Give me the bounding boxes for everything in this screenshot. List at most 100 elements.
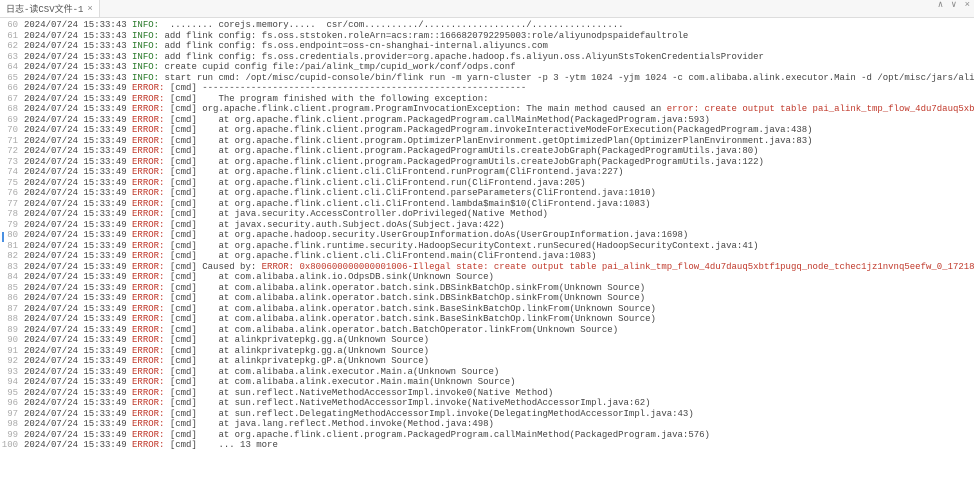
line-number: 70: [0, 125, 24, 136]
log-line: 872024/07/24 15:33:49 ERROR: [cmd] at co…: [0, 304, 974, 315]
line-number: 92: [0, 356, 24, 367]
line-number: 97: [0, 409, 24, 420]
line-number: 77: [0, 199, 24, 210]
log-content: 2024/07/24 15:33:49 ERROR: [cmd] at org.…: [24, 230, 974, 241]
log-content: 2024/07/24 15:33:49 ERROR: [cmd] at com.…: [24, 272, 974, 283]
log-text: [cmd] at org.apache.flink.runtime.securi…: [164, 241, 758, 251]
line-number: 71: [0, 136, 24, 147]
error-text: ERROR: 0x800600000000001006-Illegal stat…: [262, 262, 974, 272]
log-content: 2024/07/24 15:33:43 INFO: create cupid c…: [24, 62, 974, 73]
log-content: 2024/07/24 15:33:49 ERROR: [cmd] at org.…: [24, 136, 974, 147]
line-number: 85: [0, 283, 24, 294]
log-line: 712024/07/24 15:33:49 ERROR: [cmd] at or…: [0, 136, 974, 147]
log-line: 742024/07/24 15:33:49 ERROR: [cmd] at or…: [0, 167, 974, 178]
log-level: ERROR:: [132, 136, 164, 146]
log-level: ERROR:: [132, 241, 164, 251]
log-content: 2024/07/24 15:33:49 ERROR: [cmd] at java…: [24, 220, 974, 231]
line-number: 72: [0, 146, 24, 157]
log-line: 672024/07/24 15:33:49 ERROR: [cmd] The p…: [0, 94, 974, 105]
line-number: 81: [0, 241, 24, 252]
line-number: 94: [0, 377, 24, 388]
log-area[interactable]: 602024/07/24 15:33:43 INFO: ........ cor…: [0, 18, 974, 453]
log-line: 622024/07/24 15:33:43 INFO: add flink co…: [0, 41, 974, 52]
line-number: 75: [0, 178, 24, 189]
timestamp: 2024/07/24 15:33:49: [24, 94, 132, 104]
collapse-icon[interactable]: ∧: [938, 0, 943, 10]
log-text: [cmd] at org.apache.flink.client.program…: [164, 125, 812, 135]
timestamp: 2024/07/24 15:33:49: [24, 325, 132, 335]
timestamp: 2024/07/24 15:33:49: [24, 440, 132, 450]
log-line: 812024/07/24 15:33:49 ERROR: [cmd] at or…: [0, 241, 974, 252]
log-line: 782024/07/24 15:33:49 ERROR: [cmd] at ja…: [0, 209, 974, 220]
log-content: 2024/07/24 15:33:49 ERROR: [cmd] at sun.…: [24, 388, 974, 399]
log-text: ........ corejs.memory..... csr/com.....…: [159, 20, 623, 30]
log-line: 882024/07/24 15:33:49 ERROR: [cmd] at co…: [0, 314, 974, 325]
line-number: 100: [0, 440, 24, 451]
line-number: 83: [0, 262, 24, 273]
log-content: 2024/07/24 15:33:43 INFO: add flink conf…: [24, 52, 974, 63]
line-number: 66: [0, 83, 24, 94]
timestamp: 2024/07/24 15:33:43: [24, 73, 132, 83]
log-text: [cmd] at org.apache.flink.client.cli.Cli…: [164, 199, 650, 209]
log-level: ERROR:: [132, 293, 164, 303]
log-line: 892024/07/24 15:33:49 ERROR: [cmd] at co…: [0, 325, 974, 336]
log-content: 2024/07/24 15:33:49 ERROR: [cmd] at com.…: [24, 283, 974, 294]
log-content: 2024/07/24 15:33:49 ERROR: [cmd] at org.…: [24, 157, 974, 168]
log-line: 912024/07/24 15:33:49 ERROR: [cmd] at al…: [0, 346, 974, 357]
line-number: 79: [0, 220, 24, 231]
line-number: 68: [0, 104, 24, 115]
line-number: 73: [0, 157, 24, 168]
log-line: 862024/07/24 15:33:49 ERROR: [cmd] at co…: [0, 293, 974, 304]
log-line: 642024/07/24 15:33:43 INFO: create cupid…: [0, 62, 974, 73]
timestamp: 2024/07/24 15:33:43: [24, 52, 132, 62]
tab-bar: 日志-读CSV文件-1 × ∧ ∨ ×: [0, 0, 974, 18]
log-text: [cmd] at com.alibaba.alink.executor.Main…: [164, 367, 499, 377]
log-text: [cmd] at org.apache.flink.client.program…: [164, 115, 710, 125]
timestamp: 2024/07/24 15:33:49: [24, 272, 132, 282]
tab-close-icon[interactable]: ×: [87, 4, 92, 14]
log-line: 982024/07/24 15:33:49 ERROR: [cmd] at ja…: [0, 419, 974, 430]
timestamp: 2024/07/24 15:33:49: [24, 346, 132, 356]
timestamp: 2024/07/24 15:33:43: [24, 31, 132, 41]
log-text: [cmd] at com.alibaba.alink.io.OdpsDB.sin…: [164, 272, 493, 282]
log-content: 2024/07/24 15:33:49 ERROR: [cmd] at com.…: [24, 304, 974, 315]
log-line: 932024/07/24 15:33:49 ERROR: [cmd] at co…: [0, 367, 974, 378]
log-content: 2024/07/24 15:33:49 ERROR: [cmd] at org.…: [24, 115, 974, 126]
log-line: 602024/07/24 15:33:43 INFO: ........ cor…: [0, 20, 974, 31]
error-text: error: create output table pai_alink_tmp…: [667, 104, 974, 114]
expand-icon[interactable]: ∨: [951, 0, 956, 10]
log-level: INFO:: [132, 41, 159, 51]
timestamp: 2024/07/24 15:33:49: [24, 220, 132, 230]
timestamp: 2024/07/24 15:33:49: [24, 104, 132, 114]
timestamp: 2024/07/24 15:33:49: [24, 251, 132, 261]
line-number: 64: [0, 62, 24, 73]
log-level: ERROR:: [132, 440, 164, 450]
log-text: add flink config: fs.oss.credentials.pro…: [159, 52, 764, 62]
log-level: ERROR:: [132, 251, 164, 261]
timestamp: 2024/07/24 15:33:49: [24, 304, 132, 314]
log-level: ERROR:: [132, 430, 164, 440]
log-line: 832024/07/24 15:33:49 ERROR: [cmd] Cause…: [0, 262, 974, 273]
timestamp: 2024/07/24 15:33:49: [24, 188, 132, 198]
log-text: [cmd] at com.alibaba.alink.operator.batc…: [164, 283, 645, 293]
log-text: add flink config: fs.oss.ststoken.roleAr…: [159, 31, 688, 41]
log-content: 2024/07/24 15:33:43 INFO: add flink conf…: [24, 41, 974, 52]
log-line: 792024/07/24 15:33:49 ERROR: [cmd] at ja…: [0, 220, 974, 231]
log-text: [cmd] at alinkprivatepkg.gP.a(Unknown So…: [164, 356, 429, 366]
log-line: 962024/07/24 15:33:49 ERROR: [cmd] at su…: [0, 398, 974, 409]
timestamp: 2024/07/24 15:33:49: [24, 367, 132, 377]
log-content: 2024/07/24 15:33:49 ERROR: [cmd] at org.…: [24, 167, 974, 178]
log-content: 2024/07/24 15:33:49 ERROR: [cmd] at sun.…: [24, 409, 974, 420]
log-text: start run cmd: /opt/misc/cupid-console/b…: [159, 73, 974, 83]
close-icon[interactable]: ×: [965, 0, 970, 10]
log-content: 2024/07/24 15:33:49 ERROR: [cmd] at org.…: [24, 188, 974, 199]
log-line: 662024/07/24 15:33:49 ERROR: [cmd] -----…: [0, 83, 974, 94]
log-line: 652024/07/24 15:33:43 INFO: start run cm…: [0, 73, 974, 84]
log-line: 772024/07/24 15:33:49 ERROR: [cmd] at or…: [0, 199, 974, 210]
log-level: INFO:: [132, 73, 159, 83]
log-level: ERROR:: [132, 178, 164, 188]
timestamp: 2024/07/24 15:33:49: [24, 136, 132, 146]
line-number: 93: [0, 367, 24, 378]
tab-log[interactable]: 日志-读CSV文件-1 ×: [0, 0, 100, 17]
log-text: [cmd] at org.apache.flink.client.cli.Cli…: [164, 188, 655, 198]
